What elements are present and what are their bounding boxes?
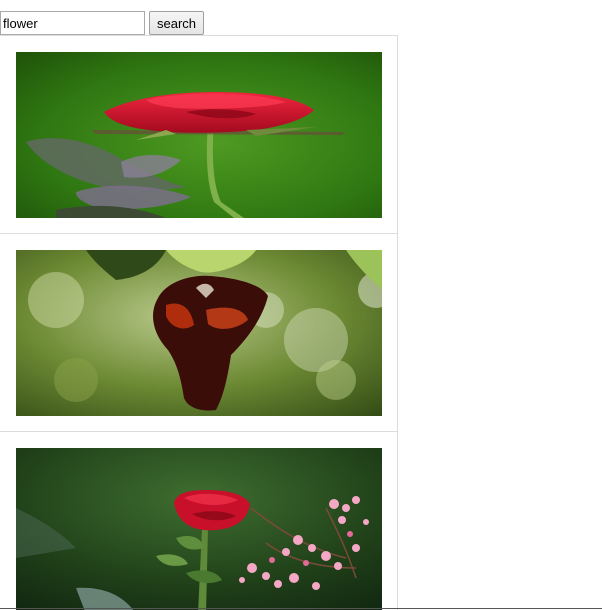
search-input[interactable] [0,11,145,35]
results-list [0,35,398,610]
result-item[interactable] [0,36,397,234]
dark-red-wilted-flower-photo[interactable] [16,250,382,416]
search-button[interactable]: search [149,11,204,35]
result-item[interactable] [0,234,397,432]
red-rose-with-pink-flowers-photo[interactable] [16,448,382,610]
window-bottom-border [0,608,602,609]
page: search [0,0,602,610]
result-item[interactable] [0,432,397,610]
red-rose-photo[interactable] [16,52,382,218]
